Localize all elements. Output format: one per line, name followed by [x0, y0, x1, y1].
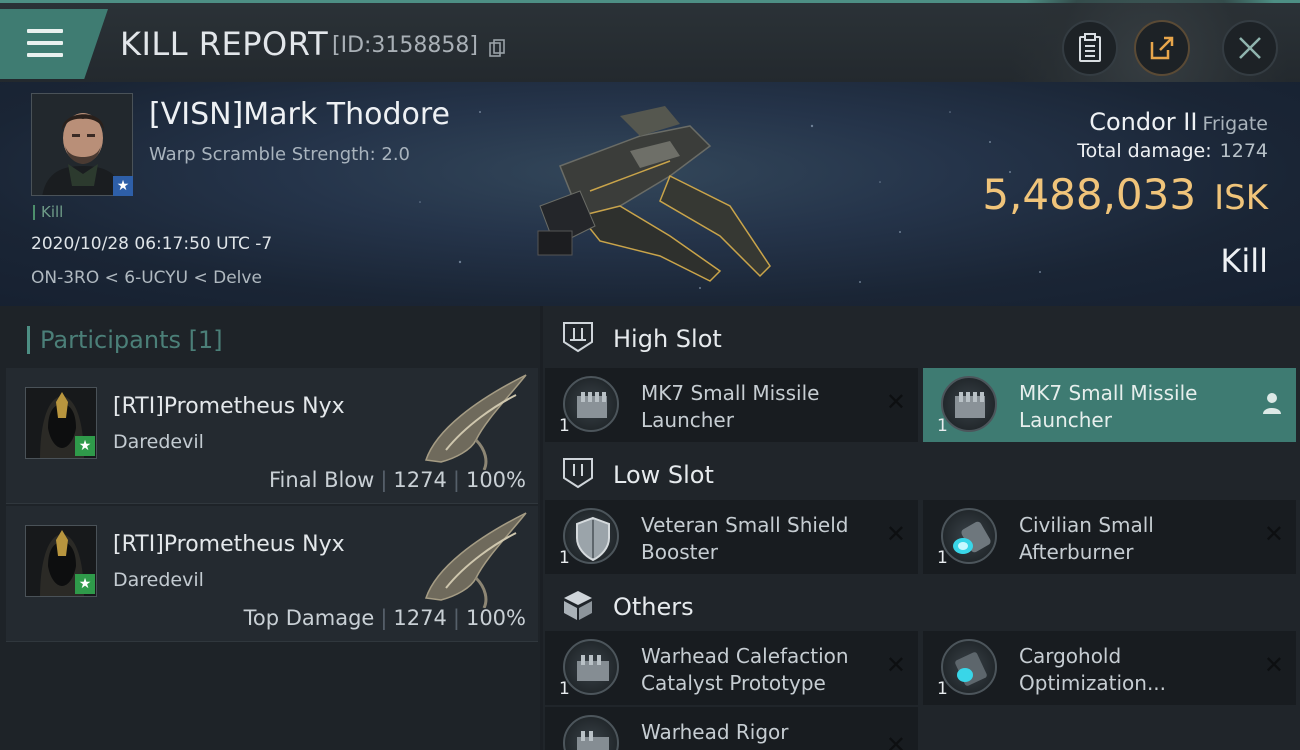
- participant-name[interactable]: [RTI]Prometheus Nyx: [113, 532, 345, 557]
- participant-ship: Daredevil: [113, 569, 204, 591]
- victim-name[interactable]: [VISN]Mark Thodore: [149, 97, 450, 132]
- missile-launcher-icon: [941, 376, 997, 432]
- high-slot-label: High Slot: [613, 325, 722, 353]
- clipboard-icon: [1079, 33, 1101, 62]
- total-damage-label: Total damage:: [1077, 140, 1212, 162]
- module-name: Warhead Rigor: [641, 720, 789, 744]
- close-icon: [1239, 37, 1261, 59]
- person-icon: [1263, 393, 1281, 414]
- low-slot-icon: [563, 458, 593, 489]
- participant-damage: 1274: [393, 606, 447, 630]
- rig-icon: [941, 639, 997, 695]
- module-slot[interactable]: Warhead Rigor ✕: [545, 707, 918, 750]
- destroyed-x-icon: ✕: [885, 731, 906, 750]
- module-name: Warhead Calefaction Catalyst Prototype: [641, 644, 849, 695]
- rig-icon: [563, 715, 619, 750]
- rig-icon: [563, 639, 619, 695]
- participant-ship: Daredevil: [113, 431, 204, 453]
- module-qty: 1: [559, 548, 570, 568]
- ship-type-line: Condor II Frigate: [1089, 108, 1268, 136]
- module-slot[interactable]: 1 MK7 Small Missile Launcher ✕: [545, 368, 918, 442]
- attacker-star-icon: ★: [75, 436, 95, 456]
- page-title: KILL REPORT: [120, 25, 329, 63]
- destroyed-x-icon: ✕: [885, 651, 906, 679]
- module-qty: 1: [559, 679, 570, 699]
- participant-damage: 1274: [393, 468, 447, 492]
- missile-launcher-icon: [563, 376, 619, 432]
- clipboard-button[interactable]: [1062, 20, 1118, 76]
- close-button[interactable]: [1222, 20, 1278, 76]
- warp-scramble-strength: Warp Scramble Strength: 2.0: [149, 144, 411, 165]
- participant-row[interactable]: ★ [RTI]Prometheus Nyx Daredevil Top Dama…: [6, 506, 538, 642]
- fitting-panel: High Slot 1 MK7 Small Missile Launcher ✕ …: [543, 306, 1300, 750]
- participant-role: Final Blow: [269, 468, 375, 492]
- participant-percent: 100%: [465, 468, 526, 492]
- participant-percent: 100%: [465, 606, 526, 630]
- share-button[interactable]: [1134, 20, 1190, 76]
- high-slot-header: High Slot: [543, 306, 1300, 368]
- participant-stats: Top Damage | 1274 | 100%: [243, 606, 526, 630]
- share-icon: [1150, 36, 1174, 60]
- module-name: MK7 Small Missile Launcher: [1019, 381, 1198, 432]
- participant-name[interactable]: [RTI]Prometheus Nyx: [113, 394, 345, 419]
- low-slot-label: Low Slot: [613, 461, 714, 489]
- module-name: Veteran Small Shield Booster: [641, 513, 849, 564]
- module-slot[interactable]: 1 Warhead Calefaction Catalyst Prototype …: [545, 631, 918, 705]
- report-id: [ID:3158858]: [332, 33, 478, 58]
- high-slot-icon: [563, 322, 593, 353]
- module-qty: 1: [937, 679, 948, 699]
- hamburger-icon: [27, 29, 63, 65]
- cube-icon: [564, 591, 592, 620]
- module-qty: 1: [559, 416, 570, 436]
- module-name: Civilian Small Afterburner: [1019, 513, 1154, 564]
- menu-button[interactable]: [0, 9, 108, 79]
- ship-name[interactable]: Condor II: [1089, 108, 1197, 136]
- isk-unit: ISK: [1214, 178, 1268, 218]
- module-name: Cargohold Optimization...: [1019, 644, 1167, 695]
- kill-timestamp: 2020/10/28 06:17:50 UTC -7: [31, 234, 273, 254]
- kill-result: Kill: [1220, 242, 1268, 280]
- participants-label: Participants: [40, 326, 181, 354]
- top-bar: KILL REPORT [ID:3158858]: [0, 0, 1300, 143]
- participants-header: Participants [1]: [27, 326, 223, 354]
- participant-stats: Final Blow | 1274 | 100%: [269, 468, 526, 492]
- module-name: MK7 Small Missile Launcher: [641, 381, 820, 432]
- shield-booster-icon: [563, 508, 619, 564]
- participants-panel: Participants [1] ★ [RTI]Prometheus Nyx D…: [0, 306, 540, 750]
- module-qty: 1: [937, 416, 948, 436]
- kill-location: ON-3RO < 6-UCYU < Delve: [31, 268, 262, 288]
- copy-icon[interactable]: [489, 39, 505, 57]
- others-label: Others: [613, 593, 694, 621]
- participants-count: [1]: [188, 326, 223, 354]
- corp-star-icon: ★: [113, 176, 133, 196]
- module-slot[interactable]: 1 Veteran Small Shield Booster ✕: [545, 500, 918, 574]
- kill-type-tag: Kill: [33, 205, 63, 220]
- afterburner-icon: [941, 508, 997, 564]
- ship-class: Frigate: [1202, 113, 1268, 135]
- attacker-star-icon: ★: [75, 574, 95, 594]
- others-header: Others: [543, 574, 1300, 636]
- destroyed-x-icon: ✕: [885, 520, 906, 548]
- low-slot-header: Low Slot: [543, 442, 1300, 504]
- daredevil-ship-icon: [425, 374, 527, 470]
- destroyed-x-icon: ✕: [1263, 651, 1284, 679]
- total-damage-value: 1274: [1219, 140, 1268, 162]
- destroyed-x-icon: ✕: [885, 388, 906, 416]
- victim-banner: ★ [VISN]Mark Thodore Warp Scramble Stren…: [0, 82, 1300, 306]
- module-slot[interactable]: 1 MK7 Small Missile Launcher: [923, 368, 1296, 442]
- isk-value: 5,488,033: [982, 170, 1197, 219]
- daredevil-ship-icon: [425, 512, 527, 608]
- destroyed-x-icon: ✕: [1263, 520, 1284, 548]
- module-slot[interactable]: 1 Cargohold Optimization... ✕: [923, 631, 1296, 705]
- participant-role: Top Damage: [243, 606, 375, 630]
- participant-row[interactable]: ★ [RTI]Prometheus Nyx Daredevil Final Bl…: [6, 368, 538, 504]
- module-qty: 1: [937, 548, 948, 568]
- condor-ship-icon: [537, 106, 771, 282]
- module-slot[interactable]: 1 Civilian Small Afterburner ✕: [923, 500, 1296, 574]
- total-damage: Total damage: 1274: [1077, 140, 1268, 162]
- isk-value-line: 5,488,033 ISK: [982, 170, 1268, 219]
